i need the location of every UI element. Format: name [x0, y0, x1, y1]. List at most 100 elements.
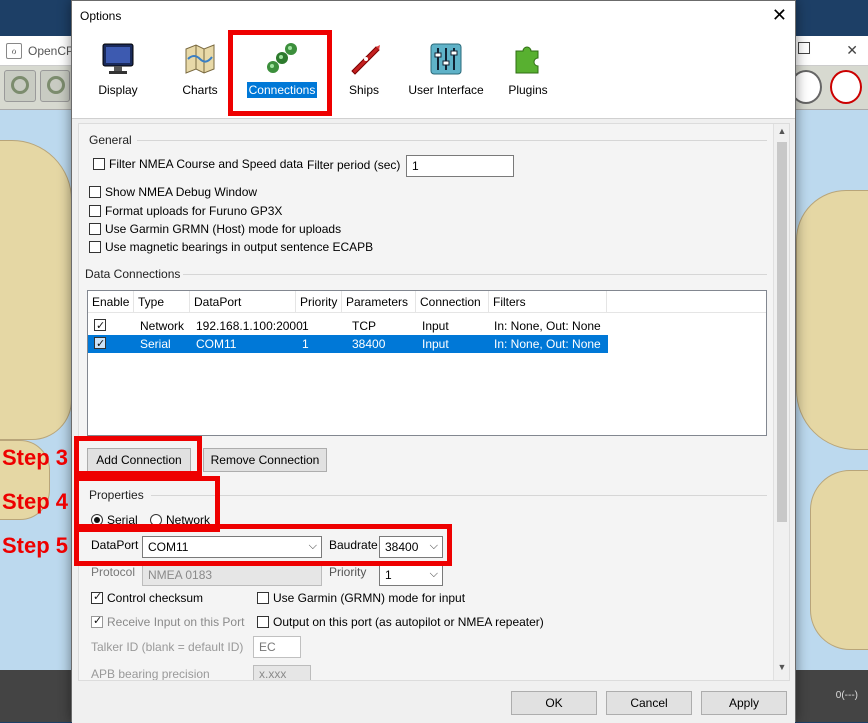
- filter-period-label: Filter period (sec): [307, 158, 401, 172]
- magnetic-bearings-checkbox[interactable]: Use magnetic bearings in output sentence…: [89, 240, 373, 254]
- general-heading: General: [89, 133, 132, 147]
- column-header[interactable]: Parameters: [342, 291, 416, 313]
- radio-label: Serial: [107, 513, 138, 527]
- checkbox-label: Use magnetic bearings in output sentence…: [105, 240, 374, 254]
- serial-radio[interactable]: Serial: [91, 513, 138, 527]
- control-checksum-checkbox[interactable]: Control checksum: [91, 590, 204, 605]
- tab-label: User Interface: [408, 83, 484, 97]
- land-mass: [810, 470, 868, 650]
- tab-display[interactable]: Display: [78, 41, 158, 98]
- cell-dataport: COM11: [196, 337, 237, 351]
- checkbox-box[interactable]: [91, 590, 103, 604]
- connections-list[interactable]: Enable Type DataPort Priority Parameters…: [87, 290, 767, 436]
- column-header[interactable]: Priority: [296, 291, 342, 313]
- filter-period-input[interactable]: 1: [406, 155, 514, 177]
- chevron-down-icon: ⌵: [429, 540, 438, 552]
- divider: [183, 274, 767, 275]
- talker-id-input[interactable]: EC: [253, 636, 301, 658]
- table-row-selected[interactable]: Serial COM11 1 38400 Input In: None, Out…: [88, 335, 608, 353]
- checkbox-box[interactable]: [89, 186, 101, 198]
- options-dialog: Options ✕ Display Charts Connections Shi…: [71, 0, 796, 723]
- garmin-host-checkbox[interactable]: Use Garmin GRMN (Host) mode for uploads: [89, 222, 341, 236]
- step-3-label: Step 3: [2, 445, 69, 470]
- maximize-icon[interactable]: [798, 42, 810, 54]
- anchor-alarm-icon[interactable]: [830, 70, 862, 104]
- remove-connection-button[interactable]: Remove Connection: [203, 448, 327, 472]
- checkbox-box[interactable]: [257, 592, 269, 604]
- column-header[interactable]: Filters: [489, 291, 607, 313]
- background-close-icon[interactable]: ✕: [846, 42, 858, 59]
- garmin-input-checkbox[interactable]: Use Garmin (GRMN) mode for input: [257, 591, 465, 605]
- sliders-icon: [430, 43, 462, 75]
- show-debug-checkbox[interactable]: Show NMEA Debug Window: [89, 185, 257, 199]
- column-header[interactable]: Connection: [416, 291, 489, 313]
- column-header[interactable]: Type: [134, 291, 190, 313]
- checkbox-label: Use Garmin GRMN (Host) mode for uploads: [105, 222, 342, 236]
- protocol-select: NMEA 0183: [142, 564, 322, 586]
- scroll-thumb[interactable]: [777, 142, 787, 522]
- checkbox-box[interactable]: [257, 616, 269, 628]
- checkbox-label: Filter NMEA Course and Speed data: [109, 157, 304, 171]
- land-mass: [796, 190, 868, 450]
- checkbox-box[interactable]: [89, 241, 101, 253]
- land-mass: [0, 140, 72, 440]
- checkbox-box: [91, 614, 103, 628]
- tab-plugins[interactable]: Plugins: [488, 41, 568, 98]
- scroll-up-icon[interactable]: ▲: [774, 126, 789, 142]
- tab-label: Charts: [182, 83, 218, 97]
- tab-connections[interactable]: Connections: [242, 41, 322, 98]
- apb-precision-select: x.xxx: [253, 665, 311, 680]
- cell-priority: 1: [302, 337, 309, 351]
- column-header[interactable]: Enable: [88, 291, 134, 313]
- radio-dot[interactable]: [91, 514, 103, 526]
- vertical-scrollbar[interactable]: ▲ ▼: [773, 124, 789, 680]
- talker-id-label: Talker ID (blank = default ID): [91, 640, 244, 654]
- list-header: Enable Type DataPort Priority Parameters…: [88, 291, 766, 313]
- checkbox-label: Output on this port (as autopilot or NME…: [273, 615, 544, 629]
- dataport-label: DataPort: [91, 538, 139, 552]
- checkbox-box[interactable]: [93, 158, 105, 170]
- add-connection-button[interactable]: Add Connection: [87, 448, 191, 472]
- checkbox-label: Format uploads for Furuno GP3X: [105, 204, 283, 218]
- cell-connection: Input: [422, 337, 449, 351]
- cell-type: Network: [140, 319, 185, 333]
- furuno-checkbox[interactable]: Format uploads for Furuno GP3X: [89, 204, 282, 218]
- tab-charts[interactable]: Charts: [160, 41, 240, 98]
- apply-button[interactable]: Apply: [701, 691, 787, 715]
- monitor-icon: [102, 43, 134, 74]
- cancel-button[interactable]: Cancel: [606, 691, 692, 715]
- checkbox-label: Control checksum: [107, 591, 204, 605]
- zoom-out-icon[interactable]: [40, 70, 70, 102]
- priority-select[interactable]: 1 ⌵: [379, 564, 443, 586]
- dialog-titlebar: Options ✕: [72, 1, 795, 31]
- scroll-down-icon[interactable]: ▼: [774, 662, 789, 678]
- divider: [151, 495, 767, 496]
- properties-heading: Properties: [89, 488, 144, 502]
- network-radio[interactable]: Network: [150, 513, 210, 527]
- column-header[interactable]: DataPort: [190, 291, 296, 313]
- zoom-in-icon[interactable]: [4, 70, 36, 102]
- radio-dot[interactable]: [150, 514, 162, 526]
- cell-parameters: 38400: [352, 337, 386, 351]
- cell-type: Serial: [140, 337, 171, 351]
- receive-input-checkbox: Receive Input on this Port: [91, 614, 245, 629]
- table-row[interactable]: Network 192.168.1.100:2000 1 TCP Input I…: [88, 317, 608, 335]
- enable-checkbox[interactable]: [94, 335, 110, 354]
- output-port-checkbox[interactable]: Output on this port (as autopilot or NME…: [257, 615, 544, 629]
- checkbox-box[interactable]: [89, 223, 101, 235]
- baudrate-select[interactable]: 38400 ⌵: [379, 536, 443, 558]
- checkbox-box[interactable]: [89, 205, 101, 217]
- dataport-select[interactable]: COM11 ⌵: [142, 536, 322, 558]
- dataport-value: COM11: [148, 540, 189, 554]
- cell-filters: In: None, Out: None: [494, 319, 601, 333]
- tab-user-interface[interactable]: User Interface: [406, 41, 486, 98]
- ok-button[interactable]: OK: [511, 691, 597, 715]
- filter-nmea-checkbox[interactable]: Filter NMEA Course and Speed data: [93, 157, 303, 171]
- close-icon[interactable]: ✕: [772, 5, 787, 25]
- enable-checkbox[interactable]: [94, 317, 110, 336]
- cell-dataport: 192.168.1.100:2000: [196, 319, 303, 333]
- protocol-label: Protocol: [91, 565, 136, 579]
- checkbox-label: Receive Input on this Port: [107, 615, 245, 629]
- tab-ships[interactable]: Ships: [324, 41, 404, 98]
- scroll-area[interactable]: General Filter NMEA Course and Speed dat…: [78, 123, 790, 681]
